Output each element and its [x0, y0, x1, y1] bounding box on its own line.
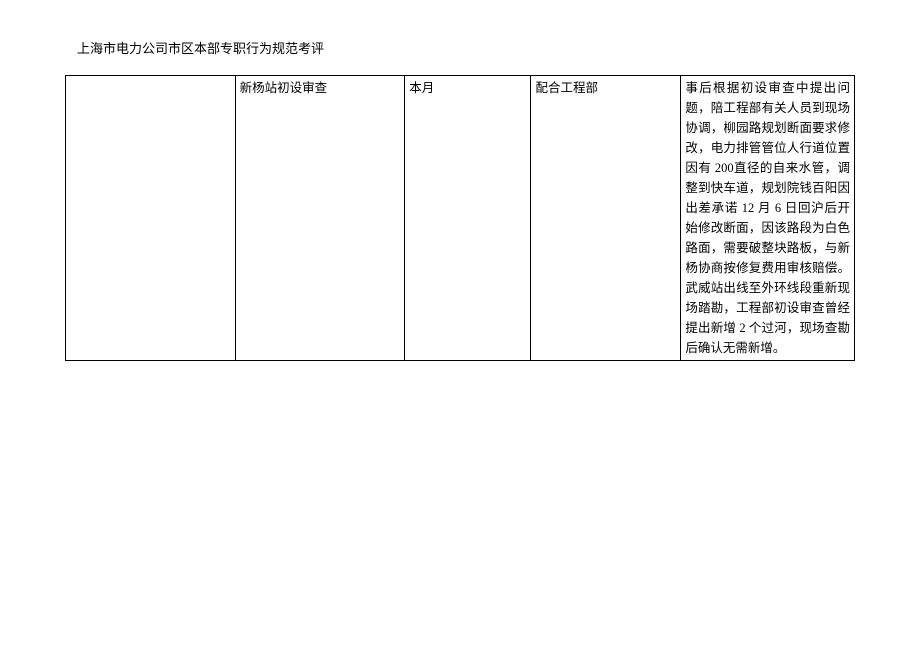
document-title: 上海市电力公司市区本部专职行为规范考评: [77, 38, 855, 57]
cell-col4: 配合工程部: [531, 76, 681, 361]
cell-col2: 新杨站初设审查: [235, 76, 405, 361]
cell-col5: 事后根据初设审查中提出问题，陪工程部有关人员到现场协调，柳园路规划断面要求修改，…: [681, 76, 855, 361]
evaluation-table: 新杨站初设审查 本月 配合工程部 事后根据初设审查中提出问题，陪工程部有关人员到…: [65, 75, 855, 361]
cell-col1: [66, 76, 236, 361]
cell-col3: 本月: [405, 76, 531, 361]
table-row: 新杨站初设审查 本月 配合工程部 事后根据初设审查中提出问题，陪工程部有关人员到…: [66, 76, 855, 361]
